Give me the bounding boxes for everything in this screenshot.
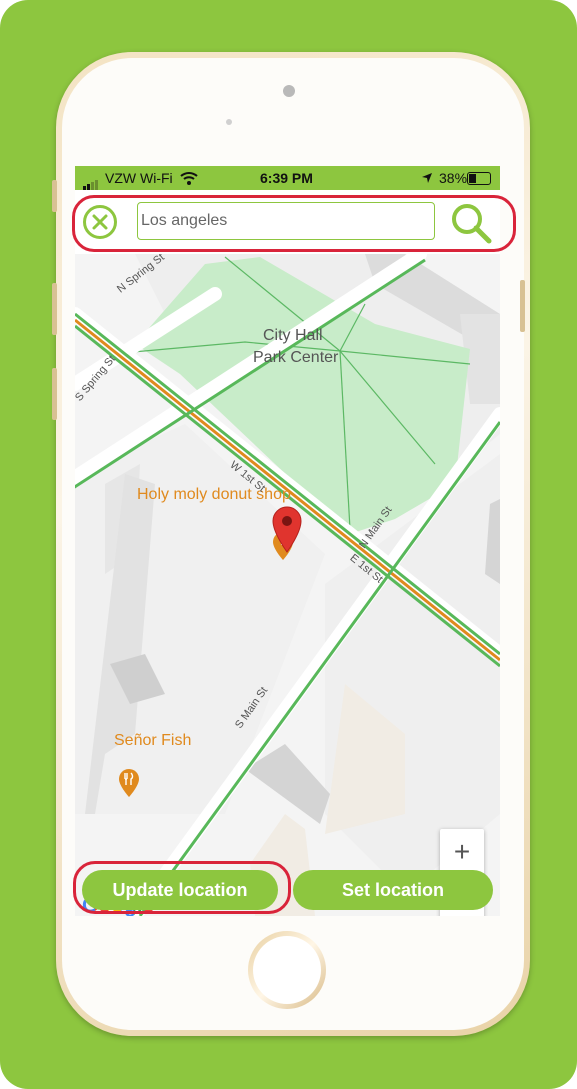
place-label-senor-fish[interactable]: Señor Fish [114, 732, 191, 750]
update-location-highlight [73, 861, 291, 914]
volume-up-button [52, 283, 57, 335]
battery-icon [467, 172, 491, 185]
screen: City Hall Park Center Holy moly donut sh… [75, 166, 500, 916]
status-bar: VZW Wi-Fi 6:39 PM 38% [75, 166, 500, 190]
front-camera [226, 119, 232, 125]
home-button[interactable] [248, 931, 326, 1009]
carrier-name: VZW Wi-Fi [105, 170, 173, 186]
poi-restaurant-icon[interactable] [117, 768, 141, 798]
location-arrow-icon [422, 173, 432, 183]
battery-percent: 38% [439, 170, 468, 186]
wifi-icon [180, 172, 198, 185]
set-location-button[interactable]: Set location [293, 870, 493, 910]
earpiece [283, 85, 295, 97]
location-pin-icon[interactable] [271, 505, 303, 553]
cellular-signal-icon [83, 174, 99, 190]
park-label-line2: Park Center [253, 349, 339, 366]
status-time: 6:39 PM [260, 170, 313, 186]
mute-switch [52, 180, 57, 212]
park-label-line1: City Hall [263, 327, 323, 344]
power-button [520, 280, 525, 332]
volume-down-button [52, 368, 57, 420]
map-view[interactable]: City Hall Park Center Holy moly donut sh… [75, 247, 500, 916]
place-label-donut-shop[interactable]: Holy moly donut shop [137, 486, 291, 504]
search-bar-highlight [72, 195, 516, 252]
